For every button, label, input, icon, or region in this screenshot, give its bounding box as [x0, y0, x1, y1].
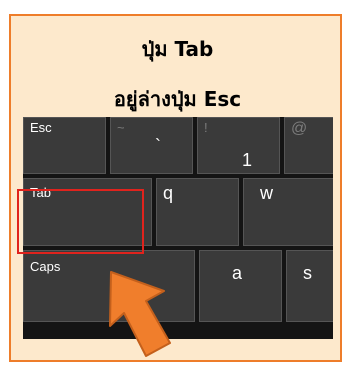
key-esc: Esc	[23, 117, 106, 174]
key-tilde-shift-label: ~	[117, 120, 125, 135]
key-one-shift-label: !	[204, 120, 208, 135]
key-tilde: ~ `	[110, 117, 193, 174]
key-a-label: a	[232, 263, 243, 283]
key-a: a	[199, 250, 282, 322]
key-w: w	[243, 178, 333, 246]
key-s-label: s	[303, 263, 312, 283]
key-q-label: q	[163, 183, 174, 203]
tab-key-highlight	[17, 189, 144, 254]
key-one-main-label: 1	[242, 150, 253, 170]
key-at-shift-label: @	[291, 120, 308, 137]
key-esc-label: Esc	[30, 120, 52, 135]
key-tilde-main-label: `	[155, 136, 161, 156]
key-at: @	[284, 117, 333, 174]
key-one: ! 1	[197, 117, 280, 174]
title-line-1: ปุ่ม Tab	[141, 37, 214, 61]
key-caps-label: Caps	[30, 259, 61, 274]
key-s: s	[286, 250, 333, 322]
title-line-2: อยู่ล่างปุ่ม Esc	[113, 87, 242, 111]
orange-arrow-icon	[109, 271, 171, 357]
key-q: q	[156, 178, 239, 246]
key-w-label: w	[260, 183, 273, 203]
